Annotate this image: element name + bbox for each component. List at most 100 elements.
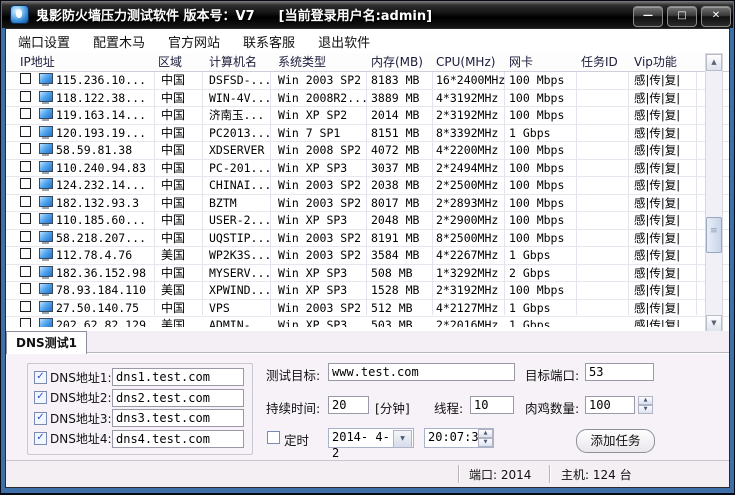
cell-network: 100 Mbps (509, 143, 564, 157)
table-row[interactable]: 58.59.81.38 中国 XDSERVER Win 2008 SP2 407… (6, 142, 729, 160)
menu-item[interactable]: 退出软件 (318, 32, 370, 51)
cell-region: 中国 (161, 301, 185, 315)
bots-input[interactable] (585, 396, 635, 414)
close-button[interactable]: ✕ (701, 6, 731, 27)
table-row[interactable]: 58.218.207... 中国 UQSTIP... Win 2003 SP2 … (6, 230, 729, 248)
scrollbar-thumb[interactable] (706, 217, 722, 253)
tab[interactable]: DNS测试1 (6, 331, 87, 354)
row-checkbox[interactable] (20, 266, 31, 277)
column-header[interactable]: 系统类型 (278, 54, 326, 70)
cell-vip: 感|传|复| (634, 301, 680, 315)
computer-icon (39, 283, 53, 294)
table-row[interactable]: 115.236.10... 中国 DSFSD-... Win 2003 SP2 … (6, 72, 729, 90)
computer-icon (39, 108, 53, 119)
table-row[interactable]: 110.240.94.83 中国 PC-201... Win XP SP3 30… (6, 160, 729, 178)
time-picker[interactable]: 20:07:30 ▲ ▼ (424, 428, 494, 448)
cell-computer-name: UQSTIP... (209, 231, 271, 245)
cell-network: 1 Gbps (509, 248, 551, 262)
target-port-input[interactable] (585, 363, 654, 381)
cell-computer-name: VPS (209, 301, 230, 315)
cell-cpu: 2*2016MHz (436, 318, 498, 327)
cell-network: 100 Mbps (509, 73, 564, 87)
table-row[interactable]: 27.50.140.75 中国 VPS Win 2003 SP2 512 MB … (6, 300, 729, 318)
row-checkbox[interactable] (20, 301, 31, 312)
dns-address-input[interactable] (112, 430, 244, 448)
menu-item[interactable]: 配置木马 (93, 32, 145, 51)
row-checkbox[interactable] (20, 248, 31, 259)
row-checkbox[interactable] (20, 283, 31, 294)
target-label: 测试目标: (266, 365, 320, 384)
maximize-button[interactable]: □ (667, 6, 697, 27)
dns-address-input[interactable] (112, 409, 244, 427)
row-checkbox[interactable] (20, 318, 31, 327)
table-row[interactable]: 182.36.152.98 中国 MYSERV... Win XP SP3 50… (6, 265, 729, 283)
table-row[interactable]: 202.62.82.129 美国 ADMIN-... Win XP SP3 50… (6, 317, 729, 327)
column-header[interactable]: IP地址 (20, 54, 55, 70)
dns-address-row: ✓ DNS地址3: (34, 408, 244, 428)
dns-checkbox[interactable]: ✓ (34, 371, 47, 384)
row-checkbox[interactable] (20, 161, 31, 172)
column-header[interactable]: Vip功能 (634, 54, 677, 70)
scroll-up-icon[interactable]: ▲ (706, 54, 722, 71)
cell-vip: 感|传|复| (634, 213, 680, 227)
column-header[interactable]: 网卡 (509, 54, 533, 70)
table-row[interactable]: 78.93.184.110 美国 XPWIND... Win XP SP3 15… (6, 282, 729, 300)
dns-checkbox[interactable]: ✓ (34, 432, 47, 445)
spin-up-icon[interactable]: ▲ (638, 396, 653, 405)
menu-item[interactable]: 端口设置 (18, 32, 70, 51)
table-row[interactable]: 182.132.93.3 中国 BZTM Win 2003 SP2 8017 M… (6, 195, 729, 213)
dns-address-input[interactable] (112, 368, 244, 386)
table-row[interactable]: 120.193.19... 中国 PC2013... Win 7 SP1 815… (6, 125, 729, 143)
date-dropdown-icon[interactable]: ▼ (393, 430, 412, 448)
scroll-down-icon[interactable]: ▼ (706, 315, 722, 332)
row-checkbox[interactable] (20, 73, 31, 84)
timer-checkbox[interactable] (267, 431, 280, 444)
column-header[interactable]: 计算机名 (209, 54, 257, 70)
spin-down-icon[interactable]: ▼ (478, 438, 493, 447)
row-checkbox[interactable] (20, 108, 31, 119)
dns-checkbox[interactable]: ✓ (34, 391, 47, 404)
table-row[interactable]: 110.185.60... 中国 USER-2... Win XP SP3 20… (6, 212, 729, 230)
threads-input[interactable] (470, 396, 514, 414)
status-hosts: 主机: 124 台 (561, 466, 632, 483)
row-checkbox[interactable] (20, 143, 31, 154)
column-header[interactable]: 区域 (158, 54, 182, 70)
table-row[interactable]: 112.78.4.76 美国 WP2K3S... Win 2003 SP2 35… (6, 247, 729, 265)
row-checkbox[interactable] (20, 213, 31, 224)
row-checkbox[interactable] (20, 91, 31, 102)
cell-memory: 3584 MB (371, 248, 419, 262)
column-header[interactable]: 内存(MB) (371, 54, 423, 70)
status-divider (549, 465, 550, 483)
dns-checkbox[interactable]: ✓ (34, 412, 47, 425)
cell-ip: 58.59.81.38 (56, 143, 132, 157)
row-checkbox[interactable] (20, 178, 31, 189)
spin-down-icon[interactable]: ▼ (638, 405, 653, 414)
cell-os: Win 2003 SP2 (278, 248, 361, 262)
vertical-scrollbar[interactable]: ▲ ▼ (705, 53, 723, 333)
row-checkbox[interactable] (20, 231, 31, 242)
row-checkbox[interactable] (20, 196, 31, 207)
cell-network: 1 Gbps (509, 126, 551, 140)
threads-label: 线程: (434, 398, 463, 417)
date-picker[interactable]: 2014- 4- 2 ▼ (328, 428, 414, 448)
cell-vip: 感|传|复| (634, 126, 680, 140)
table-row[interactable]: 118.122.38... 中国 WIN-4V... Win 2008R2...… (6, 90, 729, 108)
dns-address-input[interactable] (112, 389, 244, 407)
cell-memory: 1528 MB (371, 283, 419, 297)
table-row[interactable]: 119.163.14... 中国 济南玉... Win XP SP2 2014 … (6, 107, 729, 125)
row-checkbox[interactable] (20, 126, 31, 137)
menu-item[interactable]: 联系客服 (243, 32, 295, 51)
cell-computer-name: BZTM (209, 196, 237, 210)
menu-item[interactable]: 官方网站 (168, 32, 220, 51)
cell-network: 100 Mbps (509, 213, 564, 227)
spin-up-icon[interactable]: ▲ (478, 429, 493, 438)
column-header[interactable]: CPU(MHz) (436, 54, 495, 70)
cell-network: 100 Mbps (509, 108, 564, 122)
minimize-button[interactable]: — (633, 6, 663, 27)
column-header[interactable]: 任务ID (581, 54, 618, 70)
table-row[interactable]: 124.232.14... 中国 CHINAI... Win 2003 SP2 … (6, 177, 729, 195)
target-input[interactable] (328, 363, 515, 381)
duration-input[interactable] (328, 396, 369, 414)
add-task-button[interactable]: 添加任务 (576, 429, 655, 453)
client-area: 端口设置 配置木马 官方网站 联系客服 退出软件 IP地址 区域 计算机名 系统类型 内存(MB… (5, 28, 730, 488)
